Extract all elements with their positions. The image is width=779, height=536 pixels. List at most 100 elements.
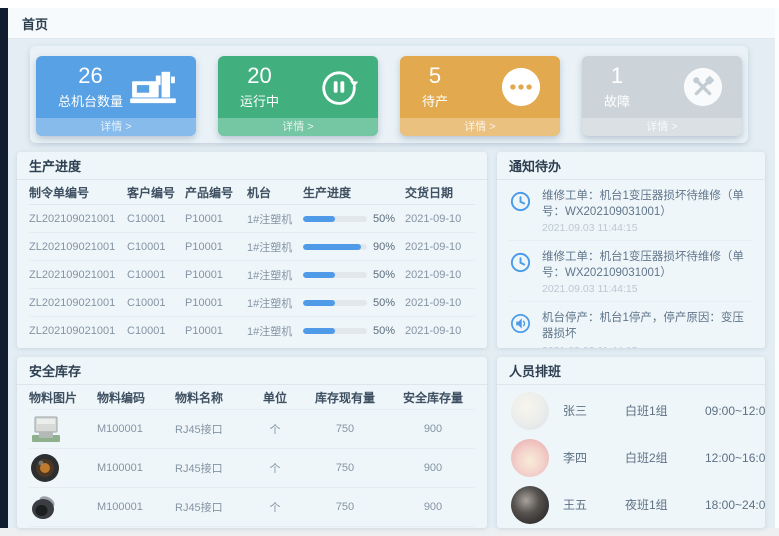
stat-card-total-machines[interactable]: 26 总机台数量 详情 > — [36, 56, 196, 136]
column-header: 单位 — [251, 389, 299, 406]
card-value: 5 — [422, 64, 448, 88]
panel-title: 通知待办 — [497, 152, 765, 180]
progress-cell: 90% — [303, 241, 405, 253]
product-no: P10001 — [185, 325, 247, 337]
detail-link[interactable]: 详情 > — [218, 118, 378, 136]
person-name: 王五 — [563, 496, 625, 513]
table-row: ZL202109021001 C10001 P10001 1#注塑机 50% 2… — [29, 317, 475, 345]
notification-time: 2021.09.03 11:44:15 — [542, 283, 753, 295]
schedule-row: 张三 白班1组 09:00~12:00 — [511, 387, 751, 434]
tab-home[interactable]: 首页 — [22, 14, 48, 33]
detail-link[interactable]: 详情 > — [400, 118, 560, 136]
stock-qty: 750 — [299, 423, 391, 435]
round-connector-photo — [29, 452, 63, 484]
stock-qty: 750 — [299, 462, 391, 474]
progress-bar — [303, 272, 367, 278]
table-row: ZL202109021001 C10001 P10001 1#注塑机 50% 2… — [29, 205, 475, 233]
schedule-row: 王五 夜班1组 18:00~24:00 — [511, 481, 751, 528]
production-progress-panel: 生产进度 制令单编号 客户编号 产品编号 机台 生产进度 交货日期 ZL2021… — [17, 152, 487, 348]
notification-item[interactable]: 维修工单：机台1变压器损坏待维修（单号：WX202109031001） 2021… — [509, 180, 753, 241]
order-no: ZL202109021001 — [29, 213, 127, 225]
material-code: M100001 — [97, 462, 175, 474]
card-label: 待产 — [422, 91, 448, 110]
card-main: 5 待产 — [400, 56, 560, 118]
product-no: P10001 — [185, 297, 247, 309]
column-header: 生产进度 — [303, 184, 405, 201]
column-header: 库存现有量 — [299, 389, 391, 406]
ellipsis-icon — [500, 66, 542, 108]
notification-item[interactable]: 机台停产：机台1停产，停产原因：变压器损坏 2021.09.03 11:44:1… — [509, 302, 753, 348]
card-label: 故障 — [604, 91, 630, 110]
delivery-date: 2021-09-10 — [405, 325, 475, 337]
card-label: 总机台数量 — [58, 91, 123, 110]
inventory-table: 物料图片 物料编码 物料名称 单位 库存现有量 安全库存量 M100001 — [17, 385, 487, 527]
stat-cards-panel: 26 总机台数量 详情 > — [30, 46, 748, 143]
collapsed-sidebar — [0, 8, 8, 528]
column-header: 机台 — [247, 184, 303, 201]
notification-body: 机台停产：机台1停产，停产原因：变压器损坏 2021.09.03 11:44:1… — [542, 310, 753, 348]
notification-text: 机台停产：机台1停产，停产原因：变压器损坏 — [542, 310, 753, 342]
material-code: M100001 — [97, 501, 175, 513]
shift-label: 白班1组 — [625, 402, 705, 419]
progress-bar — [303, 300, 367, 306]
delivery-date: 2021-09-10 — [405, 213, 475, 225]
order-no: ZL202109021001 — [29, 297, 127, 309]
stat-card-fault[interactable]: 1 故障 详情 > — [582, 56, 742, 136]
avatar — [511, 439, 549, 477]
notification-time: 2021.09.03 11:44:15 — [542, 222, 753, 234]
material-name: RJ45接口 — [175, 421, 251, 437]
notification-list: 维修工单：机台1变压器损坏待维修（单号：WX202109031001） 2021… — [497, 180, 765, 348]
card-value: 1 — [604, 64, 630, 88]
detail-link[interactable]: 详情 > — [582, 118, 742, 136]
panel-title: 安全库存 — [17, 357, 487, 385]
notification-body: 维修工单：机台1变压器损坏待维修（单号：WX202109031001） 2021… — [542, 188, 753, 234]
order-no: ZL202109021001 — [29, 269, 127, 281]
product-no: P10001 — [185, 241, 247, 253]
notification-item[interactable]: 维修工单：机台1变压器损坏待维修（单号：WX202109031001） 2021… — [509, 241, 753, 302]
panel-title: 人员排班 — [497, 357, 765, 385]
notification-text: 维修工单：机台1变压器损坏待维修（单号：WX202109031001） — [542, 188, 753, 220]
machine-icon — [128, 68, 178, 106]
notification-text: 维修工单：机台1变压器损坏待维修（单号：WX202109031001） — [542, 249, 753, 281]
stat-card-running[interactable]: 20 运行中 详情 > — [218, 56, 378, 136]
window-right-edge — [775, 8, 779, 528]
order-no: ZL202109021001 — [29, 241, 127, 253]
safety-qty: 900 — [391, 501, 475, 513]
progress-cell: 50% — [303, 213, 405, 225]
detail-link[interactable]: 详情 > — [36, 118, 196, 136]
safety-qty: 900 — [391, 462, 475, 474]
stat-card-pending[interactable]: 5 待产 详情 > — [400, 56, 560, 136]
notifications-panel: 通知待办 维修工单：机台1变压器损坏待维修（单号：WX202109031001）… — [497, 152, 765, 348]
avatar — [511, 392, 549, 430]
column-header: 物料编码 — [97, 389, 175, 406]
notification-time: 2021.09.03 11:44:15 — [542, 345, 753, 348]
column-header: 客户编号 — [127, 184, 185, 201]
stock-qty: 750 — [299, 501, 391, 513]
customer-no: C10001 — [127, 213, 185, 225]
shift-time: 09:00~12:00 — [705, 404, 765, 418]
clock-icon — [509, 249, 533, 295]
safety-inventory-panel: 安全库存 物料图片 物料编码 物料名称 单位 库存现有量 安全库存量 — [17, 357, 487, 528]
column-header: 物料名称 — [175, 389, 251, 406]
card-label: 运行中 — [240, 91, 279, 110]
progress-label: 90% — [373, 241, 395, 253]
safety-qty: 900 — [391, 423, 475, 435]
column-header: 安全库存量 — [391, 389, 475, 406]
machine: 1#注塑机 — [247, 267, 303, 283]
material-code: M100001 — [97, 423, 175, 435]
progress-cell: 50% — [303, 325, 405, 337]
shift-time: 18:00~24:00 — [705, 498, 765, 512]
shift-time: 12:00~16:00 — [705, 451, 765, 465]
rj45-connector-photo — [29, 413, 63, 445]
avatar — [511, 486, 549, 524]
progress-label: 50% — [373, 269, 395, 281]
unit: 个 — [251, 460, 299, 476]
speaker-icon — [509, 310, 533, 348]
material-name: RJ45接口 — [175, 499, 251, 515]
table-row: ZL202109021001 C10001 P10001 1#注塑机 50% 2… — [29, 261, 475, 289]
unit: 个 — [251, 421, 299, 437]
column-header: 制令单编号 — [29, 184, 127, 201]
progress-cell: 50% — [303, 269, 405, 281]
production-table: 制令单编号 客户编号 产品编号 机台 生产进度 交货日期 ZL202109021… — [17, 180, 487, 345]
column-header: 产品编号 — [185, 184, 247, 201]
